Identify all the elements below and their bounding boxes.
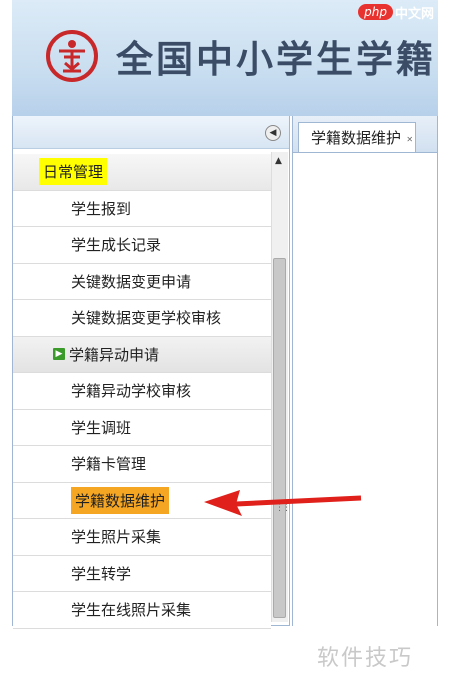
navigation-panel-header: ◀ bbox=[13, 116, 289, 149]
menu-item-key-data-change-review[interactable]: 关键数据变更学校审核 bbox=[13, 300, 271, 337]
tab-label: 学籍数据维护 bbox=[311, 129, 402, 147]
menu-item-label: 学生调班 bbox=[71, 418, 132, 437]
navigation-panel: ◀ 日常管理 学生报到 学生成长记录 关键数据变更申请 关键数据变更学校审核 ▶… bbox=[12, 116, 291, 629]
php-site: 中文网 bbox=[394, 6, 434, 22]
content-tabbar: 学籍数据维护 ✕ bbox=[293, 116, 437, 153]
navigation-menu: 日常管理 学生报到 学生成长记录 关键数据变更申请 关键数据变更学校审核 ▶ 学… bbox=[13, 154, 271, 629]
app-header: 全国中小学生学籍 php 中文网 bbox=[12, 0, 438, 116]
scroll-up-icon[interactable]: ▲ bbox=[275, 156, 282, 166]
red-arrow-annotation bbox=[204, 490, 362, 516]
menu-item-label: 学生照片采集 bbox=[71, 528, 162, 547]
menu-item-label: 学生转学 bbox=[71, 564, 132, 583]
php-brand: php bbox=[358, 4, 393, 20]
school-logo-icon bbox=[46, 30, 98, 82]
menu-item-key-data-change-request[interactable]: 关键数据变更申请 bbox=[13, 263, 271, 300]
menu-item-label: 关键数据变更申请 bbox=[71, 272, 192, 291]
menu-item-record-card-management[interactable]: 学籍卡管理 bbox=[13, 446, 271, 483]
bottom-watermark: 软件技巧 bbox=[317, 646, 414, 671]
menu-group-label: 日常管理 bbox=[39, 158, 108, 186]
menu-item-class-transfer[interactable]: 学生调班 bbox=[13, 409, 271, 446]
menu-item-status-change-review[interactable]: 学籍异动学校审核 bbox=[13, 373, 271, 410]
content-panel: 学籍数据维护 ✕ bbox=[292, 116, 438, 626]
menu-scrollbar[interactable]: ▲ ⋮⋮ bbox=[271, 152, 291, 622]
menu-item-label: 学籍卡管理 bbox=[71, 455, 147, 474]
scrollbar-thumb[interactable]: ⋮⋮ bbox=[273, 258, 291, 618]
close-icon[interactable]: ✕ bbox=[406, 125, 413, 155]
menu-item-status-change-request[interactable]: ▶ 学籍异动申请 bbox=[13, 336, 271, 373]
menu-item-online-photo-collection[interactable]: 学生在线照片采集 bbox=[13, 592, 271, 629]
menu-group-daily-management[interactable]: 日常管理 bbox=[13, 154, 271, 191]
menu-item-label: 关键数据变更学校审核 bbox=[71, 309, 222, 328]
menu-item-label: 学生在线照片采集 bbox=[71, 601, 192, 620]
menu-item-label: 学籍数据维护 bbox=[71, 486, 170, 514]
menu-item-student-check-in[interactable]: 学生报到 bbox=[13, 190, 271, 227]
php-watermark: php 中文网 bbox=[358, 2, 434, 22]
menu-item-label: 学生报到 bbox=[71, 199, 132, 218]
app-title: 全国中小学生学籍 bbox=[116, 37, 436, 81]
collapse-left-icon[interactable]: ◀ bbox=[265, 125, 281, 141]
menu-item-label: 学籍异动申请 bbox=[69, 345, 160, 364]
arrow-right-icon: ▶ bbox=[53, 348, 65, 361]
menu-item-label: 学籍异动学校审核 bbox=[71, 382, 192, 401]
menu-item-school-transfer[interactable]: 学生转学 bbox=[13, 555, 271, 592]
menu-item-label: 学生成长记录 bbox=[71, 236, 162, 255]
tab-record-data-maintenance[interactable]: 学籍数据维护 ✕ bbox=[298, 122, 417, 155]
menu-item-growth-record[interactable]: 学生成长记录 bbox=[13, 227, 271, 264]
